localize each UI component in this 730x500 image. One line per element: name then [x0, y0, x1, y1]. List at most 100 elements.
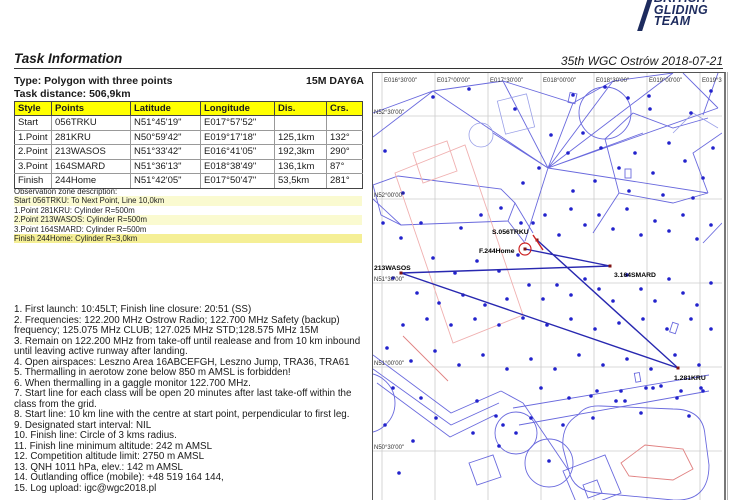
- table-cell: 3.Point: [14, 158, 52, 174]
- turnpoint-dot: [601, 363, 605, 367]
- turnpoint-dot: [529, 357, 533, 361]
- lat-grid-label: N51°30'00": [374, 277, 404, 283]
- turnpoint-dot: [381, 221, 385, 225]
- turnpoint-dot: [569, 207, 573, 211]
- turnpoint-dot: [627, 189, 631, 193]
- turnpoint-dot: [391, 386, 395, 390]
- note-item: 10. Finish line: Circle of 3 kms radius.: [14, 430, 177, 441]
- table-column-header: Style: [14, 101, 52, 116]
- table-cell: E016°41'05": [200, 144, 275, 160]
- turnpoint-dot: [648, 107, 652, 111]
- turnpoint-dot: [593, 179, 597, 183]
- turnpoint-dot: [433, 349, 437, 353]
- turnpoint-dot: [639, 287, 643, 291]
- table-row: 1.Point 281KRU N50°59'42" E019°17'18" 125,1k…: [14, 129, 363, 145]
- turnpoint-dot: [687, 414, 691, 418]
- task-sheet-page: BRITISH GLIDING TEAM Task Information 35…: [0, 0, 730, 500]
- turnpoint-dot: [409, 359, 413, 363]
- turnpoint-dot: [661, 193, 665, 197]
- turnpoint-dot: [675, 396, 679, 400]
- turnpoint-dot: [483, 303, 487, 307]
- table-cell: Finish: [14, 173, 52, 189]
- turnpoint-dot: [521, 181, 525, 185]
- lon-grid-label: E017°00'00": [437, 78, 470, 84]
- turnpoint-dot: [571, 189, 575, 193]
- airspace-lines: [373, 73, 722, 500]
- turnpoint-dot: [611, 227, 615, 231]
- turnpoint-dot: [651, 171, 655, 175]
- lon-grid-label: E019°00'00": [649, 78, 682, 84]
- turnpoint-dot: [419, 221, 423, 225]
- turnpoint-dot: [571, 93, 575, 97]
- waypoint-label: F.244Home: [479, 248, 515, 255]
- table-cell: 281°: [326, 173, 363, 189]
- turnpoint-dot: [581, 131, 585, 135]
- turnpoint-dot: [415, 291, 419, 295]
- lon-grid-label: E016°30'00": [384, 78, 417, 84]
- lon-grid-label: E019°30'00": [702, 78, 722, 84]
- turnpoint-dot: [519, 221, 523, 225]
- turnpoint-dot: [701, 176, 705, 180]
- turnpoint-dot: [653, 299, 657, 303]
- turnpoint-dot: [667, 277, 671, 281]
- turnpoint-dot: [527, 283, 531, 287]
- turnpoint-dot: [599, 146, 603, 150]
- table-cell: 281KRU: [51, 129, 131, 145]
- turnpoint-dot: [383, 423, 387, 427]
- task-type-row: Type: Polygon with three points 15M DAY6…: [14, 75, 364, 87]
- turnpoint-dot: [583, 277, 587, 281]
- turnpoint-dot: [549, 133, 553, 137]
- page-title: Task Information: [14, 51, 123, 66]
- waypoint-label: 1.281KRU: [674, 375, 706, 382]
- turnpoint-dot: [701, 389, 705, 393]
- turnpoint-dot: [667, 141, 671, 145]
- table-cell: N50°59'42": [130, 129, 201, 145]
- table-row: 3.Point 164SMARD N51°36'13" E018°38'49" 136,…: [14, 158, 363, 174]
- table-cell: E019°17'18": [200, 129, 275, 145]
- turnpoint-dot: [614, 399, 618, 403]
- turnpoint-dot: [617, 166, 621, 170]
- table-cell: 164SMARD: [51, 158, 131, 174]
- turnpoint-dot: [667, 229, 671, 233]
- turnpoint-dot: [497, 444, 501, 448]
- turnpoint-dot: [541, 297, 545, 301]
- observation-line: 1.Point 281KRU: Cylinder R=500m: [14, 205, 135, 215]
- turnpoint-dot: [561, 423, 565, 427]
- turnpoint-dot: [611, 299, 615, 303]
- turnpoint-dot: [593, 327, 597, 331]
- table-header-row: Style Points Latitude Longitude Dis. Crs.: [14, 101, 363, 116]
- task-map-svg: E016°30'00" E017°00'00" E017°30'00" E018°00…: [373, 73, 722, 500]
- task-distance-label: Task distance: 506,9km: [14, 88, 131, 100]
- start-line: [532, 234, 544, 251]
- turnpoint-dot: [623, 399, 627, 403]
- turnpoint-dot: [431, 95, 435, 99]
- turnpoint-dot: [521, 316, 525, 320]
- turnpoint-dot: [411, 439, 415, 443]
- table-cell: N51°36'13": [130, 158, 201, 174]
- turnpoint-dot: [431, 256, 435, 260]
- turnpoint-dot: [679, 389, 683, 393]
- turnpoint-dot: [595, 389, 599, 393]
- table-cell: [274, 115, 327, 131]
- turnpoint-dot: [625, 207, 629, 211]
- table-cell: 244Home: [51, 173, 131, 189]
- task-map: E016°30'00" E017°00'00" E017°30'00" E018°00…: [372, 72, 726, 500]
- turnpoint-dot: [641, 317, 645, 321]
- turnpoint-dot: [494, 414, 498, 418]
- table-column-header: Latitude: [130, 101, 201, 116]
- turnpoint-dot: [567, 396, 571, 400]
- table-row: Start 056TRKU N51°45'19" E017°57'52": [14, 115, 363, 131]
- turnpoint-dot: [399, 236, 403, 240]
- turnpoint-dot: [516, 253, 520, 257]
- turnpoint-dot: [709, 223, 713, 227]
- turnpoint-dot: [691, 196, 695, 200]
- table-cell: 213WASOS: [51, 144, 131, 160]
- turnpoint-dot: [644, 386, 648, 390]
- note-item: 14. Outlanding office (mobile): +48 519 …: [14, 472, 224, 483]
- note-item: 2. Frequencies: 122.200 MHz Ostrow Radio…: [14, 314, 340, 336]
- turnpoint-dot: [709, 327, 713, 331]
- class-day-label: 15M DAY6A: [306, 75, 364, 87]
- turnpoint-dot: [647, 94, 651, 98]
- turnpoint-dot: [555, 283, 559, 287]
- map-grid: [373, 73, 722, 500]
